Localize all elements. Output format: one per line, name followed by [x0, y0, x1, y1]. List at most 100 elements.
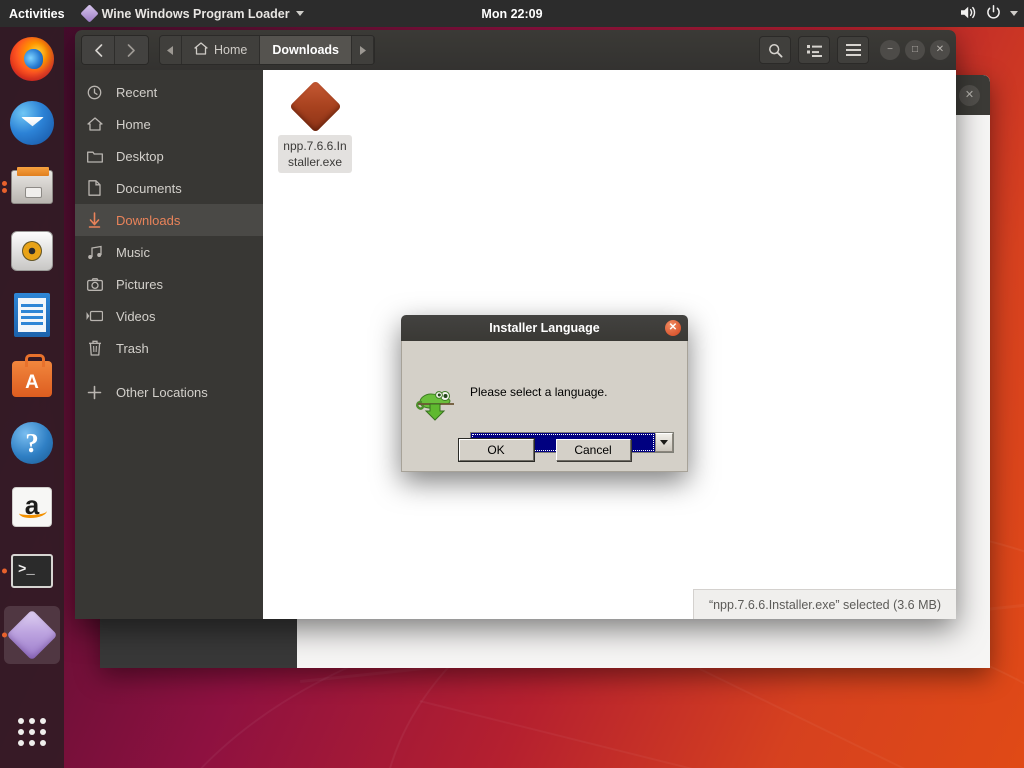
- back-button[interactable]: [82, 36, 115, 64]
- files-headerbar: Home Downloads: [75, 30, 956, 70]
- ubuntu-dock: ?: [0, 27, 64, 768]
- sidebar-item-desktop[interactable]: Desktop: [75, 140, 263, 172]
- thunderbird-icon: [10, 101, 54, 145]
- file-item-label: npp.7.6.6.Installer.exe: [278, 135, 352, 173]
- download-arrow-icon: [86, 212, 103, 228]
- sidebar-item-label: Recent: [116, 85, 157, 100]
- dock-item-rhythmbox[interactable]: [0, 219, 64, 283]
- dock-item-ubuntu-software[interactable]: [0, 347, 64, 411]
- volume-icon: [960, 5, 977, 23]
- file-item-npp-installer[interactable]: npp.7.6.6.Installer.exe: [277, 78, 353, 173]
- trash-icon: [86, 340, 103, 356]
- app-menu-button[interactable]: Wine Windows Program Loader: [75, 0, 312, 27]
- clock-icon: [86, 85, 103, 100]
- app-menu-label: Wine Windows Program Loader: [102, 7, 290, 21]
- dialog-buttons: OK Cancel: [402, 439, 687, 461]
- home-icon: [86, 117, 103, 131]
- wine-icon: [7, 610, 58, 661]
- system-status-area[interactable]: [960, 5, 1018, 23]
- terminal-icon: [11, 554, 53, 588]
- dialog-body: Please select a language. English OK Can…: [401, 341, 688, 472]
- breadcrumb-item-label: Downloads: [272, 43, 339, 57]
- cancel-button[interactable]: Cancel: [556, 439, 631, 461]
- sidebar-item-downloads[interactable]: Downloads: [75, 204, 263, 236]
- minimize-button[interactable]: −: [880, 40, 900, 60]
- dialog-titlebar[interactable]: Installer Language ✕: [401, 315, 688, 341]
- dialog-prompt: Please select a language.: [470, 385, 607, 399]
- breadcrumb-item-label: Home: [214, 43, 247, 57]
- status-bar: “npp.7.6.6.Installer.exe” selected (3.6 …: [693, 589, 956, 619]
- chevron-down-icon[interactable]: [1010, 11, 1018, 16]
- document-icon: [86, 180, 103, 196]
- sidebar-item-trash[interactable]: Trash: [75, 332, 263, 364]
- breadcrumb-scroll-right[interactable]: [352, 36, 374, 64]
- breadcrumb: Home Downloads: [159, 35, 375, 65]
- libreoffice-writer-icon: [14, 293, 50, 337]
- app-grid-icon: [18, 718, 46, 746]
- headerbar-actions: − □ ✕: [759, 36, 950, 64]
- chevron-down-icon: [296, 11, 304, 16]
- sidebar-separator: [75, 364, 263, 376]
- sidebar-item-label: Trash: [116, 341, 149, 356]
- dialog-title: Installer Language: [489, 321, 599, 335]
- power-icon: [986, 5, 1001, 23]
- music-note-icon: [86, 245, 103, 260]
- dock-item-terminal[interactable]: [0, 539, 64, 603]
- navigation-buttons: [81, 35, 149, 65]
- dock-item-firefox[interactable]: [0, 27, 64, 91]
- hamburger-icon[interactable]: [837, 36, 869, 64]
- installer-language-dialog[interactable]: Installer Language ✕ Please select a lan…: [401, 315, 688, 472]
- camera-icon: [86, 278, 103, 291]
- wine-exe-icon: [289, 80, 341, 132]
- dock-item-libreoffice-writer[interactable]: [0, 283, 64, 347]
- sidebar-item-documents[interactable]: Documents: [75, 172, 263, 204]
- dock-item-help[interactable]: ?: [0, 411, 64, 475]
- sidebar-item-videos[interactable]: Videos: [75, 300, 263, 332]
- running-indicator: [2, 567, 7, 576]
- rhythmbox-icon: [11, 231, 53, 271]
- activities-button[interactable]: Activities: [0, 0, 75, 27]
- files-icon: [11, 170, 53, 204]
- dock-item-thunderbird[interactable]: [0, 91, 64, 155]
- close-icon[interactable]: ✕: [665, 320, 681, 336]
- wine-diamond-icon: [80, 4, 98, 22]
- search-icon[interactable]: [759, 36, 791, 64]
- sidebar-item-label: Desktop: [116, 149, 164, 164]
- sidebar-item-label: Home: [116, 117, 151, 132]
- gnome-topbar: Activities Wine Windows Program Loader M…: [0, 0, 1024, 27]
- plus-icon: [86, 385, 103, 400]
- sidebar-item-other-locations[interactable]: Other Locations: [75, 376, 263, 408]
- firefox-icon: [10, 37, 54, 81]
- breadcrumb-scroll-left[interactable]: [160, 36, 182, 64]
- sidebar-item-music[interactable]: Music: [75, 236, 263, 268]
- sidebar-item-recent[interactable]: Recent: [75, 76, 263, 108]
- sidebar-item-label: Downloads: [116, 213, 180, 228]
- running-indicator: [2, 179, 7, 195]
- ubuntu-software-icon: [12, 361, 52, 397]
- help-icon: ?: [11, 422, 53, 464]
- maximize-button[interactable]: □: [905, 40, 925, 60]
- dock-item-amazon[interactable]: [0, 475, 64, 539]
- list-view-icon[interactable]: [798, 36, 830, 64]
- sidebar-item-label: Other Locations: [116, 385, 208, 400]
- close-icon[interactable]: ✕: [959, 85, 980, 106]
- running-indicator: [2, 631, 7, 640]
- breadcrumb-item-home[interactable]: Home: [182, 36, 260, 64]
- dock-item-wine[interactable]: [0, 603, 64, 667]
- show-applications-button[interactable]: [0, 704, 64, 760]
- files-sidebar: Recent Home Desktop Documents: [75, 70, 263, 619]
- sidebar-item-pictures[interactable]: Pictures: [75, 268, 263, 300]
- forward-button[interactable]: [115, 36, 148, 64]
- breadcrumb-item-downloads[interactable]: Downloads: [260, 36, 352, 64]
- chameleon-icon: [414, 380, 460, 424]
- home-icon: [194, 42, 208, 58]
- ok-button[interactable]: OK: [459, 439, 534, 461]
- close-button[interactable]: ✕: [930, 40, 950, 60]
- sidebar-item-label: Pictures: [116, 277, 163, 292]
- sidebar-item-label: Videos: [116, 309, 156, 324]
- sidebar-item-label: Documents: [116, 181, 182, 196]
- dock-item-files[interactable]: [0, 155, 64, 219]
- sidebar-item-label: Music: [116, 245, 150, 260]
- window-controls: − □ ✕: [880, 40, 950, 60]
- sidebar-item-home[interactable]: Home: [75, 108, 263, 140]
